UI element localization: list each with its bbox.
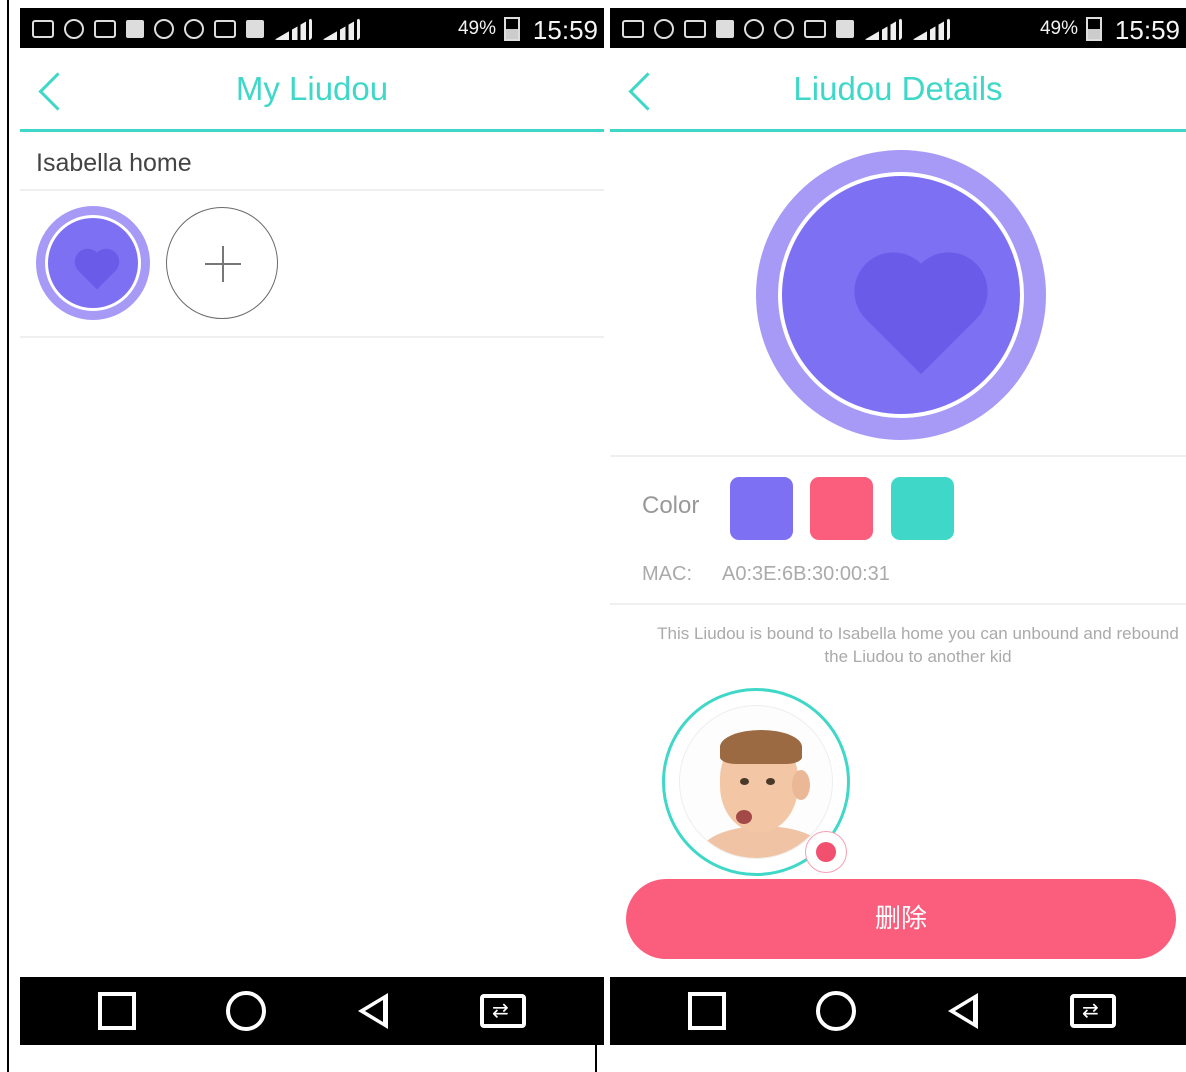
back-icon[interactable] [948,993,978,1029]
mac-label: MAC: [642,563,692,585]
delete-button[interactable]: 删除 [626,879,1176,959]
signal-2g-icon [322,18,360,40]
status-bar: 49% 15:59 [610,8,1186,48]
back-arrow-icon [622,20,644,38]
clock: 15:59 [532,15,598,45]
cloud-icon [64,19,84,39]
cloud-icon [654,19,674,39]
badge-49-icon [684,20,706,38]
frame-border-mid [595,1045,597,1072]
device-bead-inner [45,215,141,311]
app-header: My Liudou [20,48,604,132]
home-name: Isabella home [20,135,604,191]
back-arrow-icon [32,20,54,38]
search-icon [154,19,174,39]
frame-border-left [7,0,9,1072]
nav-bar [20,977,604,1045]
signal-3g-icon [864,18,902,40]
divider [610,603,1186,605]
kid-avatar[interactable] [662,688,850,876]
liudou-details-screen: 49% 15:59 Liudou Details Color MAC: A0:3… [610,8,1186,1045]
signal-2g-icon [912,18,950,40]
facebook-icon [126,20,144,38]
status-icons [622,17,950,41]
bound-indicator-icon [805,831,847,873]
signal-3g-icon [274,18,312,40]
bluetooth-icon [774,19,794,39]
home-icon[interactable] [816,991,856,1031]
facebook-icon [716,20,734,38]
vibrate-icon [804,20,826,38]
mac-address: A0:3E:6B:30:00:31 [722,563,890,585]
search-icon [744,19,764,39]
kid-photo [679,705,833,859]
status-icons [32,17,360,41]
bind-note: This Liudou is bound to Isabella home yo… [657,624,1179,666]
plus-icon-vertical [222,246,224,282]
bead-inner [778,172,1024,418]
heart-icon [78,252,116,290]
heart-icon [865,263,977,375]
battery-percent: 49% [1039,18,1078,39]
bluetooth-icon [184,19,204,39]
my-liudou-screen: 49% 15:59 My Liudou Isabella home [20,8,604,1045]
switch-sim-icon[interactable] [480,994,526,1028]
app-header: Liudou Details [610,48,1186,132]
bound-dot [816,842,836,862]
battery-icon [1086,17,1102,41]
battery-icon [504,17,520,41]
badge-49-icon [94,20,116,38]
kid-hair [720,730,802,764]
network-3g-icon [246,20,264,38]
network-3g-icon [836,20,854,38]
switch-sim-icon[interactable] [1070,994,1116,1028]
kid-ear [792,770,810,800]
add-device-button[interactable] [166,207,278,319]
color-label: Color [642,492,700,519]
clock: 15:59 [1114,15,1180,45]
back-icon[interactable] [358,993,388,1029]
color-swatch-pink[interactable] [810,477,873,540]
status-bar: 49% 15:59 [20,8,604,48]
home-icon[interactable] [226,991,266,1031]
kid-eye [740,778,749,785]
battery-percent: 49% [457,18,496,39]
color-swatch-teal[interactable] [891,477,954,540]
color-swatch-purple[interactable] [730,477,793,540]
vibrate-icon [214,20,236,38]
kid-mouth [736,810,752,824]
liudou-device[interactable] [36,206,150,320]
recent-apps-icon[interactable] [688,992,726,1030]
kid-eye [766,778,775,785]
recent-apps-icon[interactable] [98,992,136,1030]
page-title: My Liudou [235,70,389,107]
page-title: Liudou Details [793,70,1003,107]
device-list [20,191,604,338]
divider [610,455,1186,457]
nav-bar [610,977,1186,1045]
liudou-bead-preview [756,150,1046,440]
